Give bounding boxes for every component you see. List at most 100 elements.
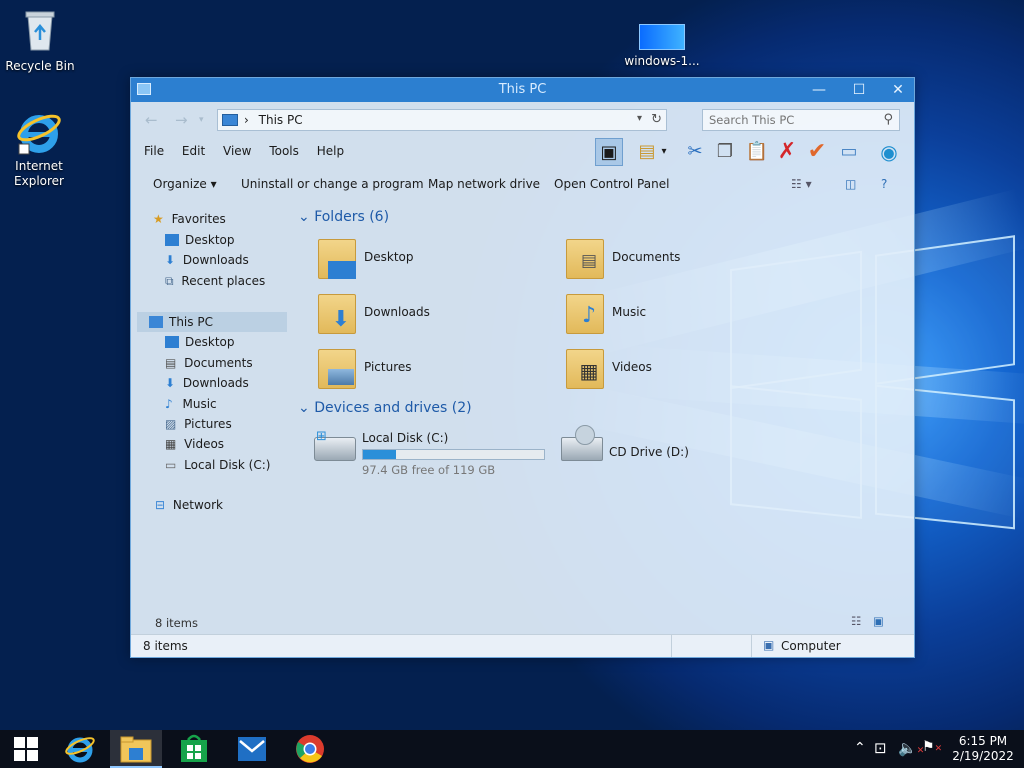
- item-count-bottom: 8 items: [143, 639, 188, 653]
- nav-fav-desktop[interactable]: Desktop: [165, 230, 315, 250]
- volume-muted-icon[interactable]: 🔈✕: [898, 739, 924, 757]
- view-options-icon[interactable]: ☷ ▾: [791, 177, 812, 191]
- nav-pc-music[interactable]: ♪ Music: [165, 394, 315, 414]
- chevron-down-icon[interactable]: ▾: [657, 138, 671, 166]
- nav-pc-local-disk[interactable]: ▭ Local Disk (C:): [165, 455, 315, 475]
- address-row: ← → ▾ › This PC ▾ ↻ ⚲: [139, 107, 909, 133]
- taskbar-internet-explorer[interactable]: [54, 730, 106, 768]
- clock-date: 2/19/2022: [952, 749, 1014, 763]
- drive-local-disk-c[interactable]: ⊞ Local Disk (C:) 97.4 GB free of 119 GB: [314, 427, 564, 477]
- open-control-panel-button[interactable]: Open Control Panel: [554, 177, 669, 191]
- large-icons-view-icon[interactable]: ▣: [873, 614, 884, 628]
- menu-tools[interactable]: Tools: [262, 142, 306, 160]
- internet-explorer-icon: [65, 737, 95, 763]
- taskbar-store[interactable]: [168, 730, 220, 768]
- forward-arrow-icon[interactable]: →: [175, 111, 188, 129]
- taskbar-chrome[interactable]: [284, 730, 336, 768]
- recent-chevron-icon[interactable]: ▾: [199, 115, 204, 125]
- computer-icon: [222, 114, 238, 126]
- folder-documents[interactable]: ▤ Documents: [566, 239, 806, 285]
- download-arrow-icon: ⬇: [331, 307, 351, 332]
- folder-music[interactable]: ♪ Music: [566, 294, 806, 340]
- folder-downloads[interactable]: ⬇ Downloads: [318, 294, 558, 340]
- nav-pc-documents[interactable]: ▤ Documents: [165, 353, 315, 373]
- folder-desktop[interactable]: Desktop: [318, 239, 558, 285]
- copy-icon[interactable]: ❐: [711, 138, 739, 166]
- recent-places-icon: ⧉: [165, 274, 174, 288]
- refresh-icon[interactable]: ↻: [651, 112, 662, 127]
- folders-group-header[interactable]: ⌄ Folders (6): [298, 209, 389, 225]
- title-bar[interactable]: This PC — ☐ ✕: [131, 78, 914, 102]
- drive-cd-d[interactable]: CD Drive (D:): [561, 425, 811, 475]
- window-title: This PC: [498, 82, 547, 97]
- delete-icon[interactable]: ✗: [773, 138, 801, 166]
- search-icon[interactable]: ⚲: [883, 112, 893, 127]
- network-icon: ⊟: [155, 498, 166, 512]
- minimize-button[interactable]: —: [800, 78, 838, 102]
- menu-edit[interactable]: Edit: [175, 142, 212, 160]
- maximize-button[interactable]: ☐: [840, 78, 878, 102]
- properties-icon[interactable]: ▭: [835, 138, 863, 166]
- desktop-icon-internet-explorer[interactable]: Internet Explorer: [0, 110, 79, 189]
- menu-view[interactable]: View: [216, 142, 258, 160]
- layout-icon[interactable]: ▣: [595, 138, 623, 166]
- document-overlay-icon: ▤: [580, 251, 598, 271]
- music-note-icon: ♪: [581, 303, 597, 328]
- details-view-icon[interactable]: ☷: [851, 614, 861, 628]
- mail-icon: [238, 737, 266, 761]
- nav-this-pc[interactable]: This PC: [137, 312, 287, 332]
- checkmark-icon[interactable]: ✔: [803, 138, 831, 166]
- network-status-icon[interactable]: ⊡: [874, 739, 887, 757]
- nav-fav-recent[interactable]: ⧉ Recent places: [165, 271, 315, 291]
- address-dropdown-icon[interactable]: ▾: [637, 113, 642, 124]
- status-bar: 8 items ▣ Computer: [131, 634, 914, 657]
- organize-button[interactable]: Organize ▾: [153, 177, 217, 191]
- paste-icon[interactable]: 📋: [743, 138, 771, 166]
- chrome-icon: [296, 735, 324, 763]
- clock-time: 6:15 PM: [958, 734, 1008, 748]
- desktop-icon: [165, 336, 179, 348]
- command-bar: Organize ▾ Uninstall or change a program…: [131, 172, 914, 198]
- desktop-icon-label: Recycle Bin: [5, 59, 75, 73]
- desktop-icon-windows-file[interactable]: windows-1...: [622, 24, 702, 69]
- uninstall-program-button[interactable]: Uninstall or change a program: [241, 177, 424, 191]
- menu-help[interactable]: Help: [310, 142, 351, 160]
- show-hidden-icons-chevron[interactable]: ⌃: [854, 740, 866, 756]
- desktop-icon-recycle-bin[interactable]: Recycle Bin: [0, 8, 80, 74]
- menu-bar: File Edit View Tools Help: [137, 142, 351, 162]
- breadcrumb-separator: ›: [244, 113, 249, 127]
- start-button[interactable]: [0, 730, 52, 768]
- windows-logo-icon: ⊞: [316, 429, 327, 444]
- nav-pc-desktop[interactable]: Desktop: [165, 332, 315, 352]
- taskbar-file-explorer[interactable]: [110, 730, 162, 768]
- network-globe-icon[interactable]: ◉: [875, 138, 903, 166]
- help-icon[interactable]: ?: [881, 177, 887, 191]
- menu-file[interactable]: File: [137, 142, 171, 160]
- nav-favorites[interactable]: ★ Favorites: [153, 209, 303, 229]
- nav-pc-downloads[interactable]: ⬇ Downloads: [165, 373, 315, 393]
- videos-icon: ▦: [165, 437, 177, 451]
- clock[interactable]: 6:15 PM 2/19/2022: [948, 730, 1018, 768]
- cut-icon[interactable]: ✂: [681, 138, 709, 166]
- close-button[interactable]: ✕: [879, 78, 917, 102]
- drives-group-header[interactable]: ⌄ Devices and drives (2): [298, 400, 472, 416]
- folder-videos[interactable]: ▦ Videos: [566, 349, 806, 395]
- address-bar[interactable]: › This PC ▾ ↻: [217, 109, 667, 131]
- nav-fav-downloads[interactable]: ⬇ Downloads: [165, 250, 315, 270]
- nav-pc-videos[interactable]: ▦ Videos: [165, 434, 315, 454]
- taskbar-mail[interactable]: [226, 730, 278, 768]
- breadcrumb-this-pc[interactable]: This PC: [259, 113, 303, 127]
- nav-pc-pictures[interactable]: ▨ Pictures: [165, 414, 315, 434]
- recycle-bin-icon: [25, 11, 55, 51]
- nav-network[interactable]: ⊟ Network: [155, 495, 305, 515]
- preview-pane-icon[interactable]: ◫: [845, 177, 856, 191]
- desktop-icon-label: windows-1...: [624, 54, 700, 68]
- map-network-drive-button[interactable]: Map network drive: [428, 177, 540, 191]
- folder-pictures[interactable]: Pictures: [318, 349, 558, 395]
- back-arrow-icon[interactable]: ←: [145, 111, 158, 129]
- documents-icon: ▤: [165, 356, 177, 370]
- collapse-chevron-icon: ⌄: [298, 209, 310, 225]
- star-icon: ★: [153, 212, 164, 226]
- action-center-flag-icon[interactable]: ⚑✕: [922, 739, 942, 755]
- search-input[interactable]: [703, 110, 873, 130]
